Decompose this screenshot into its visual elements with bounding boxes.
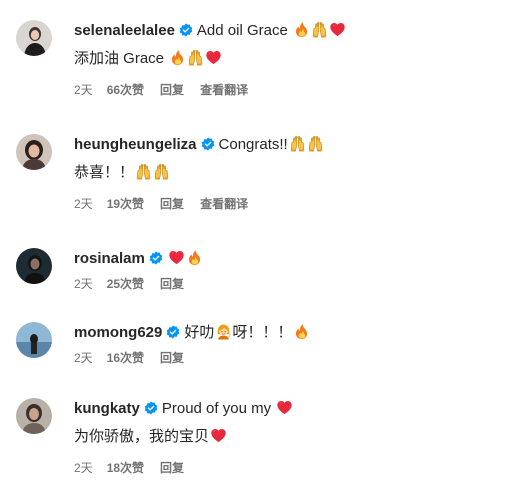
comment-text: Congrats!! [218, 136, 288, 153]
person-gesturing-emoji-icon [215, 323, 232, 340]
reply-button[interactable]: 回复 [160, 351, 184, 365]
reply-button[interactable]: 回复 [160, 197, 184, 211]
red-heart-emoji-icon [205, 49, 222, 66]
comment-time[interactable]: 2天 [74, 461, 93, 475]
raised-hands-emoji-icon [153, 163, 170, 180]
see-translation-button[interactable]: 查看翻译 [200, 197, 248, 211]
avatar[interactable] [16, 134, 52, 170]
comment-meta: 2天 66次赞 回复 查看翻译 [74, 82, 510, 98]
likes-count-button[interactable]: 19次赞 [107, 197, 144, 211]
comment-username[interactable]: heungheungeliza [74, 136, 197, 153]
fire-emoji-icon [293, 323, 310, 340]
raised-hands-emoji-icon [307, 135, 324, 152]
avatar[interactable] [16, 398, 52, 434]
avatar[interactable] [16, 248, 52, 284]
comment-meta: 2天 25次赞 回复 [74, 276, 510, 292]
comment-text: Proud of you my [161, 400, 272, 417]
comment-time[interactable]: 2天 [74, 351, 93, 365]
raised-hands-emoji-icon [187, 49, 204, 66]
comment-text-line2: 为你骄傲，我的宝贝 [74, 428, 210, 445]
comment-username[interactable]: momong629 [74, 324, 162, 341]
comment-text-line2: 添加油 Grace [74, 50, 165, 67]
verified-badge-icon [149, 251, 163, 265]
likes-count-button[interactable]: 25次赞 [107, 277, 144, 291]
comment-meta: 2天 18次赞 回复 [74, 460, 510, 476]
verified-badge-icon [166, 325, 180, 339]
avatar[interactable] [16, 20, 52, 56]
comment-text-after: 呀！！！ [232, 324, 293, 341]
raised-hands-emoji-icon [289, 135, 306, 152]
fire-emoji-icon [293, 21, 310, 38]
verified-badge-icon [144, 401, 158, 415]
comment-time[interactable]: 2天 [74, 197, 93, 211]
reply-button[interactable]: 回复 [160, 461, 184, 475]
comment-meta: 2天 19次赞 回复 查看翻译 [74, 196, 510, 212]
red-heart-emoji-icon [210, 427, 227, 444]
comment-username[interactable]: rosinalam [74, 250, 145, 267]
comment-text: Add oil Grace [196, 22, 288, 39]
verified-badge-icon [201, 137, 215, 151]
avatar[interactable] [16, 322, 52, 358]
comment-text: 好叻 [184, 324, 215, 341]
raised-hands-emoji-icon [135, 163, 152, 180]
reply-button[interactable]: 回复 [160, 277, 184, 291]
comments-list: selenaleelalee Add oil Grace 添加油 Grace 2天… [0, 0, 530, 499]
likes-count-button[interactable]: 16次赞 [107, 351, 144, 365]
likes-count-button[interactable]: 18次赞 [107, 461, 144, 475]
comment-time[interactable]: 2天 [74, 83, 93, 97]
raised-hands-emoji-icon [311, 21, 328, 38]
fire-emoji-icon [186, 249, 203, 266]
comment-username[interactable]: selenaleelalee [74, 22, 175, 39]
fire-emoji-icon [169, 49, 186, 66]
comment-meta: 2天 16次赞 回复 [74, 350, 510, 366]
red-heart-emoji-icon [329, 21, 346, 38]
comment-time[interactable]: 2天 [74, 277, 93, 291]
red-heart-emoji-icon [276, 399, 293, 416]
red-heart-emoji-icon [168, 249, 185, 266]
comment-text-line2: 恭喜！！ [74, 164, 135, 181]
likes-count-button[interactable]: 66次赞 [107, 83, 144, 97]
reply-button[interactable]: 回复 [160, 83, 184, 97]
verified-badge-icon [179, 23, 193, 37]
see-translation-button[interactable]: 查看翻译 [200, 83, 248, 97]
comment-username[interactable]: kungkaty [74, 400, 140, 417]
